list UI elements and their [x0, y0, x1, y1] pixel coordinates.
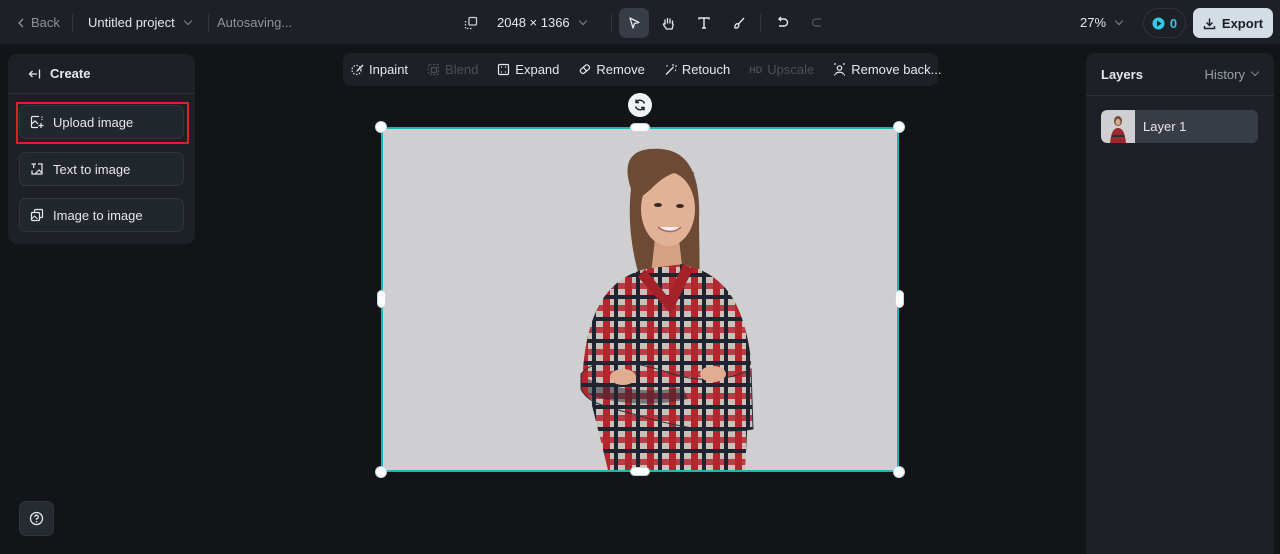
create-panel-title: Create	[50, 66, 91, 81]
inpaint-icon	[351, 64, 364, 76]
layer-item[interactable]: Layer 1	[1101, 110, 1258, 143]
image-to-image-label: Image to image	[53, 207, 143, 223]
remove-background-icon	[834, 63, 846, 76]
expand-icon	[498, 63, 510, 76]
layers-panel: Layers History Layer 1	[1086, 53, 1274, 554]
back-button[interactable]: Back	[16, 0, 60, 45]
chevron-down-icon	[1250, 67, 1260, 77]
upscale-button[interactable]: HD Upscale	[749, 62, 814, 77]
zoom-level: 27%	[1080, 15, 1107, 30]
ai-action-bar: Inpaint Blend Expand Remove Retouch HD U…	[343, 53, 942, 86]
rotate-handle[interactable]	[628, 93, 652, 117]
blend-icon	[427, 63, 440, 76]
remove-background-label: Remove back...	[851, 62, 942, 77]
text-icon	[698, 17, 710, 29]
resize-handle-bottom-left[interactable]	[375, 466, 387, 478]
expand-label: Expand	[515, 62, 560, 77]
chevron-left-icon	[18, 18, 24, 27]
credits-count: 0	[1169, 15, 1178, 31]
back-label: Back	[31, 15, 60, 30]
resize-handle-right[interactable]	[895, 290, 904, 308]
brush-tool[interactable]	[724, 8, 754, 38]
divider	[208, 14, 209, 32]
create-panel: Create Upload image Text to image Image …	[8, 54, 195, 244]
divider	[611, 14, 612, 32]
inpaint-label: Inpaint	[369, 62, 409, 77]
hand-tool[interactable]	[653, 8, 683, 38]
resize-canvas-button[interactable]	[456, 8, 486, 38]
autosave-status: Autosaving...	[217, 15, 293, 30]
zoom-dropdown[interactable]: 27%	[1080, 0, 1124, 45]
upload-image-highlight	[16, 102, 189, 144]
chevron-down-icon	[578, 16, 587, 25]
layers-panel-header: Layers History	[1086, 53, 1274, 96]
text-to-image-label: Text to image	[53, 161, 131, 177]
text-to-image-icon	[31, 163, 43, 175]
export-button[interactable]: Export	[1193, 8, 1273, 38]
history-label: History	[1204, 66, 1245, 82]
collapse-panel-icon	[28, 69, 41, 78]
chevron-down-icon	[183, 16, 192, 25]
image-to-image-icon	[30, 208, 44, 222]
project-title: Untitled project	[88, 15, 175, 30]
remove-label: Remove	[596, 62, 645, 77]
help-icon	[29, 511, 44, 526]
help-button[interactable]	[19, 501, 54, 536]
undo-button[interactable]	[768, 8, 798, 38]
resize-handle-left[interactable]	[377, 290, 386, 308]
blend-label: Blend	[445, 62, 479, 77]
cursor-icon	[629, 17, 640, 29]
download-icon	[1203, 18, 1216, 29]
resize-handle-top-right[interactable]	[893, 121, 905, 133]
blend-button[interactable]: Blend	[427, 62, 478, 77]
hand-icon	[662, 17, 674, 30]
canvas-size: 2048 × 1366	[497, 15, 570, 30]
remove-button[interactable]: Remove	[578, 62, 645, 77]
retouch-label: Retouch	[681, 62, 731, 77]
hd-icon: HD	[749, 64, 763, 75]
undo-icon	[778, 16, 789, 27]
resize-handle-top-left[interactable]	[375, 121, 387, 133]
layer-thumbnail	[1101, 110, 1135, 143]
project-title-dropdown[interactable]: Untitled project	[88, 0, 192, 45]
top-bar: Back Untitled project Autosaving... 2048…	[0, 0, 1280, 45]
canvas-photo	[580, 148, 754, 470]
redo-icon	[811, 18, 821, 27]
export-label: Export	[1221, 15, 1264, 31]
magic-wand-icon	[665, 64, 677, 75]
resize-handle-bottom[interactable]	[630, 467, 650, 476]
chevron-down-icon	[1114, 16, 1124, 25]
text-to-image-button[interactable]: Text to image	[19, 152, 184, 186]
remove-background-button[interactable]: Remove back...	[833, 62, 942, 77]
resize-icon	[464, 16, 478, 30]
layer-label: Layer 1	[1143, 119, 1187, 134]
image-canvas[interactable]	[381, 127, 899, 472]
eraser-icon	[580, 64, 591, 75]
resize-handle-top[interactable]	[630, 123, 650, 132]
resize-handle-bottom-right[interactable]	[893, 466, 905, 478]
rotate-icon	[634, 99, 646, 111]
history-dropdown[interactable]: History	[1204, 66, 1260, 82]
redo-button[interactable]	[802, 8, 832, 38]
layers-tab[interactable]: Layers	[1101, 67, 1143, 82]
brush-icon	[734, 17, 745, 29]
divider	[72, 14, 73, 32]
upscale-label: Upscale	[767, 62, 815, 77]
image-to-image-button[interactable]: Image to image	[19, 198, 184, 232]
expand-button[interactable]: Expand	[497, 62, 559, 77]
retouch-button[interactable]: Retouch	[664, 62, 730, 77]
canvas-size-dropdown[interactable]: 2048 × 1366	[497, 0, 587, 45]
select-tool[interactable]	[619, 8, 649, 38]
divider	[760, 14, 761, 32]
text-tool[interactable]	[689, 8, 719, 38]
inpaint-button[interactable]: Inpaint	[351, 62, 408, 77]
credits-button[interactable]: 0	[1143, 8, 1186, 38]
credits-icon	[1152, 17, 1165, 29]
create-panel-header[interactable]: Create	[8, 54, 195, 94]
